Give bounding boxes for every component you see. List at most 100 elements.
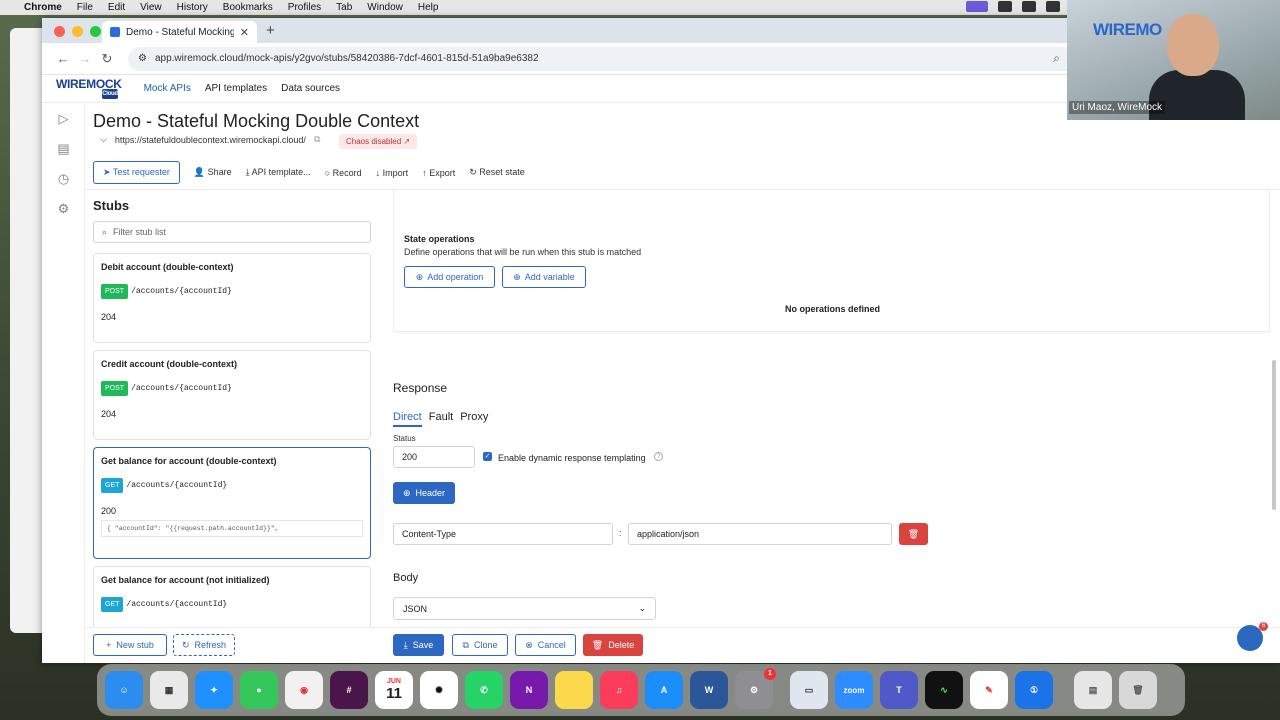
trash-icon[interactable]: 🗑 [899,523,928,545]
record-button[interactable]: ○ Record [325,168,362,178]
reload-icon[interactable]: ↻ [96,51,118,67]
help-icon[interactable]: ? [654,452,663,461]
history-icon[interactable]: ◷ [42,164,85,194]
zoom-icon[interactable]: ⌕ [1053,51,1060,66]
add-operation-button[interactable]: ⊕ Add operation [404,266,495,288]
downloads-folder-icon[interactable]: ▤ [1074,671,1112,709]
zoom-window-icon[interactable] [90,26,101,37]
1password-icon[interactable]: ① [1015,671,1053,709]
document-icon[interactable]: ▤ [42,134,85,164]
nav-data-sources[interactable]: Data sources [281,83,340,94]
stub-item-selected[interactable]: Get balance for account (double-context)… [93,447,371,559]
export-button[interactable]: ↑ Export [422,168,455,178]
reset-state-button[interactable]: ↻ Reset state [469,167,525,178]
word-icon[interactable]: W [690,671,728,709]
body-type-select[interactable]: JSON ⌄ [393,597,656,620]
teams-icon[interactable]: T [880,671,918,709]
import-label: Import [382,167,409,178]
forward-icon[interactable]: → [74,51,96,66]
filter-stub-input[interactable]: ⌕ Filter stub list [93,221,371,243]
tab-proxy[interactable]: Proxy [460,411,488,427]
import-button[interactable]: ↓ Import [376,168,409,178]
launchpad-icon[interactable]: ▦ [150,671,188,709]
clone-button[interactable]: ⧉ Clone [452,634,508,656]
app-store-icon[interactable]: A [645,671,683,709]
base-url[interactable]: https://statefuldoublecontext.wiremockap… [115,135,306,145]
chaos-badge[interactable]: Chaos disabled ↗ [339,134,418,149]
messages-icon[interactable]: ● [240,671,278,709]
add-variable-button[interactable]: ⊕ Add variable [502,266,586,288]
menu-file[interactable]: File [77,2,93,13]
menu-help[interactable]: Help [418,2,439,13]
pen-app-icon[interactable]: ✎ [970,671,1008,709]
menu-app[interactable]: Chrome [24,2,62,13]
delete-label: Delete [608,640,635,650]
chatgpt-icon[interactable]: ✺ [420,671,458,709]
scrollbar[interactable] [1272,360,1276,510]
screen-share-icon[interactable] [966,1,988,12]
chevron-down-icon[interactable]: ⌵ [100,134,107,145]
back-icon[interactable]: ← [52,51,74,66]
menu-view[interactable]: View [140,2,162,13]
preview-icon[interactable]: ▭ [790,671,828,709]
trash-icon[interactable]: 🗑 [1119,671,1157,709]
minimize-window-icon[interactable] [72,26,83,37]
delete-button[interactable]: 🗑 Delete [583,634,643,656]
copy-icon[interactable]: ⧉ [314,134,320,145]
status-icon[interactable] [998,1,1012,12]
base-url-row: ⌵ https://statefuldoublecontext.wiremock… [100,134,320,145]
new-stub-button[interactable]: + New stub [93,634,167,656]
nav-api-templates[interactable]: API templates [205,83,267,94]
activity-monitor-icon[interactable]: ∿ [925,671,963,709]
save-button[interactable]: ⤓ Save [393,634,444,656]
menu-bookmarks[interactable]: Bookmarks [223,2,273,13]
nav-mock-apis[interactable]: Mock APIs [144,83,191,94]
cancel-button[interactable]: ⊗ Cancel [515,634,576,656]
stub-item[interactable]: Credit account (double-context) POST /ac… [93,350,371,440]
tab-fault[interactable]: Fault [429,411,453,427]
whatsapp-icon[interactable]: ✆ [465,671,503,709]
header-value-input[interactable]: application/json [628,523,892,545]
header-name-input[interactable]: Content-Type [393,523,613,545]
calendar-icon[interactable]: JUN 11 [375,671,413,709]
add-header-button[interactable]: ⊕ Header [393,482,455,504]
menu-edit[interactable]: Edit [108,2,125,13]
play-icon[interactable]: ▷ [42,104,85,134]
safari-icon[interactable]: ✦ [195,671,233,709]
stub-item[interactable]: Debit account (double-context) POST /acc… [93,253,371,343]
browser-tab[interactable]: Demo - Stateful Mocking Do ✕ [102,21,257,43]
close-window-icon[interactable] [54,26,65,37]
menu-history[interactable]: History [177,2,208,13]
settings-status-icon[interactable] [1022,1,1036,12]
slack-icon[interactable]: # [330,671,368,709]
menu-profiles[interactable]: Profiles [288,2,321,13]
zoom-app-icon[interactable]: zoom [835,671,873,709]
test-requester-button[interactable]: ➤ Test requester [93,161,180,184]
stub-item[interactable]: Get balance for account (not initialized… [93,566,371,627]
new-tab-icon[interactable]: + [266,22,275,39]
chrome-icon[interactable]: ◉ [285,671,323,709]
input-source-icon[interactable] [1046,1,1060,12]
finder-icon[interactable]: ☺ [105,671,143,709]
menu-window[interactable]: Window [367,2,403,13]
api-template-button[interactable]: ⤓ API template... [246,167,311,178]
refresh-button[interactable]: ↻ Refresh [173,634,235,656]
stub-name: Credit account (double-context) [101,359,238,369]
status-input[interactable]: 200 [393,446,475,468]
notes-icon[interactable] [555,671,593,709]
share-button[interactable]: 👤 Share [194,167,232,178]
calendar-month: JUN [386,678,401,685]
wiremock-logo[interactable]: WIREMOCK Cloud [56,78,122,99]
gear-icon[interactable]: ⚙ [42,194,85,224]
state-operations-card: State operations Define operations that … [393,190,1270,332]
onenote-icon[interactable]: N [510,671,548,709]
site-info-icon[interactable]: ⚙ [138,53,147,64]
music-icon[interactable]: ♫ [600,671,638,709]
system-settings-icon[interactable]: ⚙ 1 [735,668,776,709]
templating-checkbox[interactable]: ✓ [483,452,492,461]
close-tab-icon[interactable]: ✕ [240,26,249,39]
menu-tab[interactable]: Tab [336,2,352,13]
tab-direct[interactable]: Direct [393,411,422,427]
page-toolbar: ➤ Test requester 👤 Share ⤓ API template.… [93,161,525,184]
address-bar[interactable]: ⚙ app.wiremock.cloud/mock-apis/y2gvo/stu… [128,46,1158,71]
